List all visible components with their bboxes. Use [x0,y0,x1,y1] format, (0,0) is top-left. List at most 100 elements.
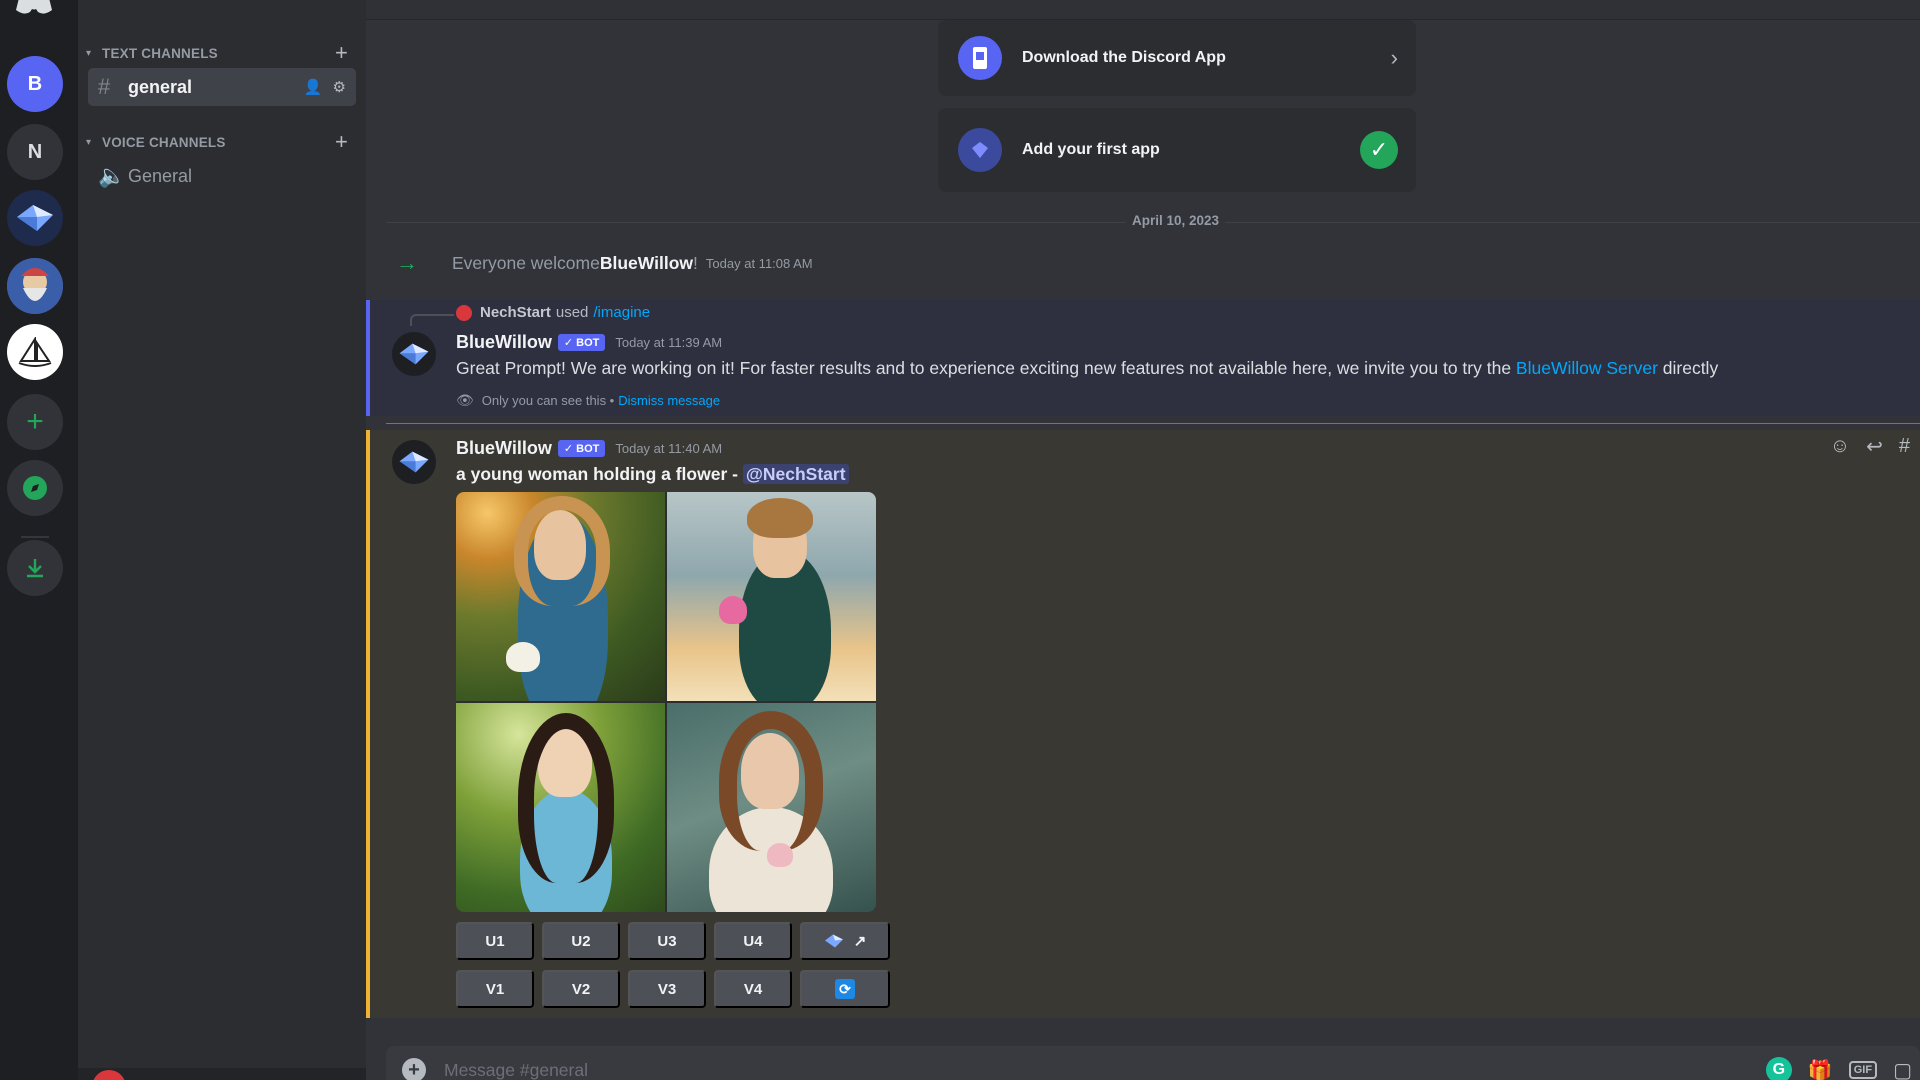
create-channel-icon[interactable]: + [335,40,348,66]
channel-label: General [128,165,193,186]
dismiss-message-link[interactable]: Dismiss message [618,393,720,408]
phone-icon [958,36,1002,80]
download-app-card[interactable]: Download the Discord App › [938,20,1416,96]
message-header: BlueWillow ✓ BOT Today at 11:40 AM [456,438,722,459]
discord-home-icon[interactable] [14,0,54,16]
variation-3-button[interactable]: V3 [628,970,706,1008]
prompt-text: a young woman holding a flower [456,464,728,484]
refresh-icon: ⟳ [835,979,855,999]
add-reaction-icon[interactable]: ☺ [1830,435,1850,458]
server-link[interactable]: BlueWillow Server [1516,358,1658,378]
message-text-before: Great Prompt! We are working on it! For … [456,358,1516,378]
rail-separator [21,536,49,538]
add-server-icon[interactable]: + [7,394,63,450]
external-link-icon: ↗ [853,933,867,950]
thread-icon[interactable]: # [1899,435,1910,458]
gif-button[interactable]: GIF [1848,1061,1878,1079]
reply-connector [410,314,454,326]
generated-image-4[interactable] [667,703,876,912]
channel-sidebar: ▾ TEXT CHANNELS + # general 👤 ⚙ ▾ VOICE … [78,0,366,1080]
gift-icon[interactable]: 🎁 [1808,1058,1833,1080]
bot-avatar[interactable] [392,440,436,484]
discord-app: B N + ▾ TEXT CHANNELS + # general 👤 ⚙ ▾ … [0,0,1920,1080]
channel-label: general [128,76,193,97]
variation-4-button[interactable]: V4 [714,970,792,1008]
reply-username[interactable]: NechStart [480,304,551,321]
midjourney-server-icon[interactable] [7,324,63,380]
generated-image-1[interactable] [456,492,665,701]
bot-badge-label: BOT [576,443,600,455]
message-header: BlueWillow ✓ BOT Today at 11:39 AM [456,332,722,353]
author-name[interactable]: BlueWillow [456,332,552,353]
message-hover-toolbar: ☺ ↩ # [1820,430,1920,462]
server-b[interactable]: B [7,56,63,112]
channel-header [366,0,1920,20]
chevron-down-icon: ▾ [86,136,92,148]
new-messages-divider [386,423,1920,424]
join-suffix: ! [693,252,698,273]
open-in-web-button[interactable]: ↗ [800,922,890,960]
user-mention[interactable]: @NechStart [742,464,849,484]
message-timestamp: Today at 11:39 AM [615,335,723,350]
variation-2-button[interactable]: V2 [542,970,620,1008]
hash-icon: # [98,74,111,99]
upscale-1-button[interactable]: U1 [456,922,534,960]
attach-plus-icon[interactable]: + [402,1058,426,1080]
voice-channel-item-general[interactable]: 🔈 General [88,157,356,195]
grammarly-icon[interactable]: G [1765,1057,1792,1080]
user-panel [78,1068,366,1080]
variation-1-button[interactable]: V1 [456,970,534,1008]
generated-image-grid[interactable] [456,492,876,912]
bluewillow-server-icon[interactable] [7,190,63,246]
message-composer[interactable]: + Message #general G 🎁 GIF ▢ [386,1046,1920,1080]
reply-icon[interactable]: ↩ [1866,434,1883,459]
bot-avatar[interactable] [392,332,436,376]
text-channels-category[interactable]: ▾ TEXT CHANNELS + [86,40,358,66]
download-apps-icon[interactable] [7,540,63,596]
chevron-right-icon: › [1390,45,1398,70]
checkmark-icon: ✓ [1360,131,1398,169]
variation-button-row: V1 V2 V3 V4 ⟳ [456,970,890,1008]
ephemeral-message: NechStart used /imagine BlueWillow ✓ BOT… [366,300,1920,416]
add-first-app-card[interactable]: Add your first app ✓ [938,108,1416,192]
upscale-4-button[interactable]: U4 [714,922,792,960]
category-label: VOICE CHANNELS [102,134,226,150]
upscale-2-button[interactable]: U2 [542,922,620,960]
server-n[interactable]: N [7,124,63,180]
generated-image-3[interactable] [456,703,665,912]
message-timestamp: Today at 11:40 AM [615,441,723,456]
user-avatar[interactable] [92,1070,126,1080]
card-label: Download the Discord App [1022,49,1226,66]
gear-icon[interactable]: ⚙ [333,78,346,96]
upscale-button-row: U1 U2 U3 U4 ↗ [456,922,890,960]
reply-command[interactable]: /imagine [593,304,650,321]
generated-image-2[interactable] [667,492,876,701]
app-puzzle-icon [958,128,1002,172]
author-name[interactable]: BlueWillow [456,438,552,459]
join-timestamp: Today at 11:08 AM [705,255,813,271]
message-input-placeholder[interactable]: Message #general [444,1060,588,1080]
create-channel-icon[interactable]: + [335,129,348,155]
channel-item-general[interactable]: # general 👤 ⚙ [88,68,356,106]
message-text: Great Prompt! We are working on it! For … [456,358,1718,379]
invite-icon[interactable]: 👤 [304,78,323,96]
ephemeral-notice: 👁 Only you can see this • Dismiss messag… [456,392,720,409]
chevron-down-icon: ▾ [86,47,92,59]
join-message: → Everyone welcome BlueWillow ! Today at… [386,250,813,276]
join-prefix: Everyone welcome [452,252,600,273]
message-text-after: directly [1657,358,1719,378]
sticker-icon[interactable]: ▢ [1893,1058,1912,1080]
prompt-separator: - [727,464,743,484]
chat-area: Download the Discord App › Add your firs… [366,0,1920,1080]
reroll-button[interactable]: ⟳ [800,970,890,1008]
command-reply-header: NechStart used /imagine [456,304,650,321]
date-divider-label: April 10, 2023 [1126,213,1226,228]
explore-servers-icon[interactable] [7,460,63,516]
server-rail: B N + [0,0,78,1080]
upscale-3-button[interactable]: U3 [628,922,706,960]
wizard-server-icon[interactable] [7,258,63,314]
join-username[interactable]: BlueWillow [600,253,693,274]
voice-channels-category[interactable]: ▾ VOICE CHANNELS + [86,129,358,155]
arrow-right-icon: → [396,250,418,275]
category-label: TEXT CHANNELS [102,45,218,61]
